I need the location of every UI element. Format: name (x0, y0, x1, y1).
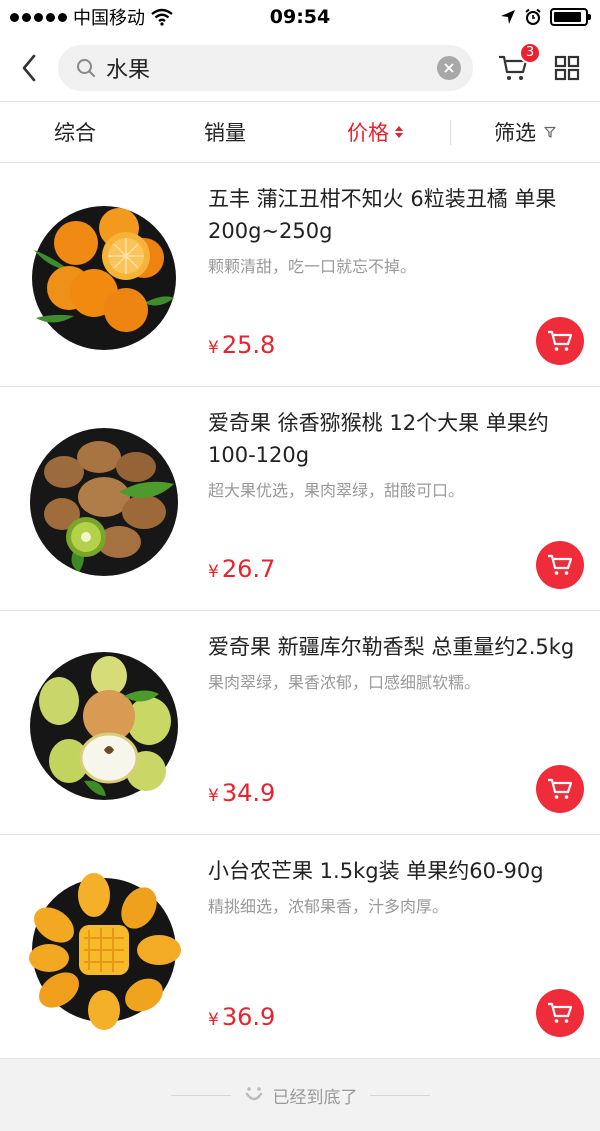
product-price: ¥26.7 (208, 555, 275, 583)
cart-button[interactable]: 3 (493, 41, 541, 88)
product-title: 小台农芒果 1.5kg装 单果约60-90g (208, 859, 544, 883)
sort-tab-sales[interactable]: 销量 (150, 102, 300, 162)
product-card[interactable]: 小台农芒果 1.5kg装 单果约60-90g 精挑细选，浓郁果香，汁多肉厚。 ¥… (0, 835, 600, 1059)
search-box[interactable] (58, 44, 473, 91)
currency-symbol: ¥ (208, 1010, 219, 1030)
search-input[interactable] (106, 55, 437, 80)
search-icon (77, 58, 95, 77)
signal-strength-icon (10, 12, 67, 22)
product-price: ¥36.9 (208, 1003, 275, 1031)
product-list: 五丰 蒲江丑柑不知火 6粒装丑橘 单果200g~250g 颗颗清甜，吃一口就忘不… (0, 163, 600, 1059)
carrier-name: 中国移动 (73, 8, 145, 29)
product-price: ¥34.9 (208, 779, 275, 807)
grid-icon (554, 55, 580, 80)
product-info: 小台农芒果 1.5kg装 单果约60-90g 精挑细选，浓郁果香，汁多肉厚。 (208, 855, 588, 918)
currency-symbol: ¥ (208, 338, 219, 358)
wifi-icon (151, 8, 173, 26)
tangerine-image (32, 206, 176, 350)
product-title: 五丰 蒲江丑柑不知火 6粒装丑橘 单果200g~250g (208, 187, 557, 243)
sort-tab-label: 筛选 (494, 121, 536, 145)
grid-view-button[interactable] (547, 48, 587, 88)
sort-tab-comprehensive[interactable]: 综合 (0, 102, 150, 162)
sort-tab-price[interactable]: 价格 (300, 102, 450, 162)
product-card[interactable]: 爱奇果 新疆库尔勒香梨 总重量约2.5kg 果肉翠绿，果香浓郁，口感细腻软糯。 … (0, 611, 600, 835)
sort-bar: 综合 销量 价格 筛选 (0, 102, 600, 163)
add-to-cart-button[interactable] (536, 317, 584, 365)
cart-plus-icon (548, 778, 573, 799)
end-message: 已经到底了 (243, 1083, 358, 1108)
alarm-icon (525, 8, 541, 25)
currency-symbol: ¥ (208, 786, 219, 806)
product-card[interactable]: 爱奇果 徐香猕猴桃 12个大果 单果约100-120g 超大果优选，果肉翠绿，甜… (0, 387, 600, 611)
product-description: 超大果优选，果肉翠绿，甜酸可口。 (208, 481, 465, 500)
search-header: 3 (0, 34, 600, 102)
sort-tab-filter[interactable]: 筛选 (450, 102, 600, 162)
end-text: 已经到底了 (272, 1087, 358, 1108)
product-card[interactable]: 五丰 蒲江丑柑不知火 6粒装丑橘 单果200g~250g 颗颗清甜，吃一口就忘不… (0, 163, 600, 387)
add-to-cart-button[interactable] (536, 989, 584, 1037)
price-value: 25.8 (221, 331, 276, 359)
list-end-indicator: 已经到底了 (0, 1059, 600, 1131)
product-info: 爱奇果 徐香猕猴桃 12个大果 单果约100-120g 超大果优选，果肉翠绿，甜… (208, 407, 588, 502)
price-value: 36.9 (221, 1003, 276, 1031)
kiwi-image (30, 428, 178, 576)
product-title: 爱奇果 徐香猕猴桃 12个大果 单果约100-120g (208, 411, 549, 467)
product-description: 精挑细选，浓郁果香，汁多肉厚。 (208, 897, 449, 916)
sort-direction-icon (395, 126, 403, 138)
cart-plus-icon (548, 1002, 573, 1023)
product-info: 五丰 蒲江丑柑不知火 6粒装丑橘 单果200g~250g 颗颗清甜，吃一口就忘不… (208, 183, 588, 278)
currency-symbol: ¥ (208, 562, 219, 582)
divider (369, 1094, 430, 1096)
price-value: 34.9 (221, 779, 276, 807)
filter-icon (544, 126, 556, 138)
location-arrow-icon (501, 10, 515, 24)
sort-tab-label: 销量 (204, 121, 246, 145)
cart-plus-icon (548, 554, 573, 575)
product-description: 果肉翠绿，果香浓郁，口感细腻软糯。 (208, 673, 481, 692)
chevron-left-icon (22, 54, 36, 81)
cart-plus-icon (548, 330, 573, 351)
clear-icon[interactable] (437, 55, 461, 80)
back-button[interactable] (0, 34, 58, 102)
add-to-cart-button[interactable] (536, 541, 584, 589)
status-bar: 中国移动 09:54 (0, 0, 600, 34)
mango-image (29, 873, 181, 1030)
add-to-cart-button[interactable] (536, 765, 584, 813)
product-title: 爱奇果 新疆库尔勒香梨 总重量约2.5kg (208, 635, 575, 659)
battery-icon (550, 8, 591, 26)
divider (170, 1094, 231, 1096)
price-value: 26.7 (221, 555, 276, 583)
sort-tab-label: 价格 (347, 121, 389, 145)
battery-level (554, 12, 581, 22)
cart-count-badge: 3 (519, 41, 541, 64)
product-price: ¥25.8 (208, 331, 275, 359)
product-description: 颗颗清甜，吃一口就忘不掉。 (208, 257, 417, 276)
smile-icon (245, 1087, 262, 1101)
sort-tab-label: 综合 (54, 121, 96, 145)
product-info: 爱奇果 新疆库尔勒香梨 总重量约2.5kg 果肉翠绿，果香浓郁，口感细腻软糯。 (208, 631, 588, 694)
pear-image (30, 652, 178, 800)
